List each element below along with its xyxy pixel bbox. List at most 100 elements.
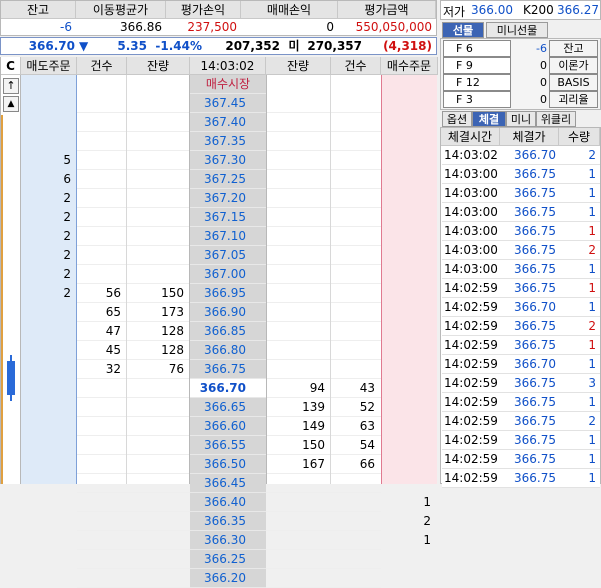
market-order-label[interactable]: 매수시장 (190, 75, 266, 94)
trade-time: 14:03:00 (444, 167, 498, 181)
scroll-up-button[interactable]: ↑ (3, 78, 19, 94)
ask-count: 65 (105, 305, 121, 319)
fkey-2[interactable]: F 12 (443, 74, 511, 91)
price-level[interactable]: 367.20 (190, 189, 266, 208)
row-separator (331, 112, 381, 113)
trade-price: 366.75 (514, 205, 556, 219)
ask-qty: 173 (161, 305, 184, 319)
price-level[interactable]: 366.75 (190, 360, 266, 379)
price-level[interactable]: 366.30 (190, 531, 266, 550)
row-separator (127, 245, 190, 246)
trade-row: 14:03:00 366.75 1 (442, 203, 600, 222)
fkey-button-0[interactable]: 잔고 (549, 40, 598, 57)
tab-options[interactable]: 옵션 (442, 111, 472, 127)
tab-mini[interactable]: 미니 (506, 111, 536, 127)
trade-row: 14:02:59 366.70 1 (442, 355, 600, 374)
price-level[interactable]: 366.55 (190, 436, 266, 455)
row-separator (77, 112, 127, 113)
summary-avg-price: 366.86 (120, 20, 162, 34)
fkey-button-1[interactable]: 이론가 (549, 57, 598, 74)
fkey-value-1: 0 (540, 59, 547, 72)
row-separator (266, 150, 331, 151)
trade-row: 14:03:02 366.70 2 (442, 146, 600, 165)
price-level[interactable]: 366.50 (190, 455, 266, 474)
row-separator (77, 245, 127, 246)
buy-order-qty: 1 (423, 495, 431, 509)
row-separator (266, 112, 331, 113)
order-book: C 매도주문 건수 잔량 14:03:02 잔량 건수 매수주문 ↑ ▲ 매수시… (0, 57, 438, 588)
price-level[interactable]: 366.80 (190, 341, 266, 360)
summary-header-balance: 잔고 (1, 1, 76, 19)
tab-mini-futures[interactable]: 미니선물 (486, 22, 548, 38)
row-separator (77, 150, 127, 151)
column-divider (266, 75, 267, 484)
down-arrow-icon: ▼ (79, 39, 89, 53)
price-level[interactable]: 366.90 (190, 303, 266, 322)
header-sell-orders: 매도주문 (21, 57, 77, 75)
trade-price: 366.75 (514, 262, 556, 276)
tab-futures[interactable]: 선물 (442, 22, 484, 38)
fkey-1[interactable]: F 9 (443, 57, 511, 74)
row-separator (77, 454, 127, 455)
tab-weekly[interactable]: 위클리 (536, 111, 576, 127)
price-level[interactable]: 367.15 (190, 208, 266, 227)
fkey-button-3[interactable]: 괴리율 (549, 91, 598, 108)
trade-row: 14:03:00 366.75 1 (442, 184, 600, 203)
center-price-button[interactable]: ▲ (3, 96, 19, 112)
price-level[interactable]: 367.30 (190, 151, 266, 170)
price-level[interactable]: 367.10 (190, 227, 266, 246)
fkey-0[interactable]: F 6 (443, 40, 511, 57)
price-level[interactable]: 366.70 (190, 379, 266, 398)
summary-header-eval-amount: 평가금액 (338, 1, 436, 19)
row-separator (331, 169, 381, 170)
row-separator (331, 473, 381, 474)
row-separator (331, 226, 381, 227)
price-level[interactable]: 367.35 (190, 132, 266, 151)
price-level[interactable]: 366.85 (190, 322, 266, 341)
price-level[interactable]: 367.00 (190, 265, 266, 284)
price-level[interactable]: 366.35 (190, 512, 266, 531)
row-separator (77, 188, 127, 189)
row-separator (127, 530, 190, 531)
row-separator (127, 511, 190, 512)
column-divider (126, 75, 127, 484)
trade-qty: 1 (588, 186, 596, 200)
bid-qty: 167 (302, 457, 325, 471)
row-separator (266, 473, 331, 474)
right-panel: 저가 366.00 K200 366.27 선물 미니선물 F 6 -6 잔고 F 9… (440, 0, 601, 488)
clear-button[interactable]: C (1, 57, 21, 75)
trade-qty: 3 (588, 376, 596, 390)
header-ask-count: 건수 (77, 57, 127, 75)
trade-qty: 1 (588, 167, 596, 181)
tab-trades[interactable]: 체결 (472, 111, 506, 127)
summary-eval-pnl: 237,500 (187, 20, 237, 34)
trade-price: 366.75 (514, 319, 556, 333)
price-level[interactable]: 367.25 (190, 170, 266, 189)
trade-row: 14:02:59 366.75 1 (442, 469, 600, 488)
fkey-3[interactable]: F 3 (443, 91, 511, 108)
buy-order-qty: 2 (423, 514, 431, 528)
price-level[interactable]: 366.40 (190, 493, 266, 512)
price-level[interactable]: 366.25 (190, 550, 266, 569)
buy-order-column[interactable] (381, 75, 437, 484)
column-divider (330, 75, 331, 484)
ask-count: 45 (105, 343, 121, 357)
price-level[interactable]: 366.95 (190, 284, 266, 303)
price-level[interactable]: 367.45 (190, 94, 266, 113)
row-separator (127, 264, 190, 265)
price-level[interactable]: 366.20 (190, 569, 266, 588)
fkey-value-2: 0 (540, 76, 547, 89)
trade-qty: 2 (588, 148, 596, 162)
price-level[interactable]: 366.65 (190, 398, 266, 417)
price-level[interactable]: 367.05 (190, 246, 266, 265)
price-level[interactable]: 367.40 (190, 113, 266, 132)
fkey-button-2[interactable]: BASIS (549, 74, 598, 91)
low-label: 저가 (443, 5, 466, 19)
row-separator (331, 359, 381, 360)
price-level[interactable]: 366.60 (190, 417, 266, 436)
trade-time: 14:02:59 (444, 357, 498, 371)
trade-price: 366.75 (514, 452, 556, 466)
row-separator (331, 207, 381, 208)
row-separator (127, 226, 190, 227)
row-separator (127, 454, 190, 455)
